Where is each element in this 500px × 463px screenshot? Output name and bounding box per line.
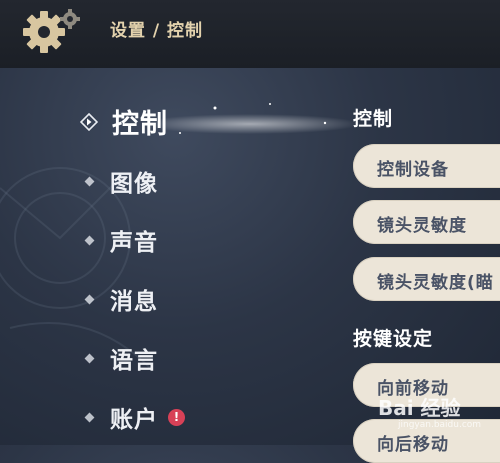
alert-icon: ! <box>168 408 185 426</box>
nav-item-account[interactable]: 账户 ! <box>80 400 185 434</box>
breadcrumb: 设置 / 控制 <box>110 21 204 41</box>
nav-item-control[interactable]: 控制 <box>79 102 168 141</box>
nav-item-label: 声音 <box>110 230 158 256</box>
nav-item-audio[interactable]: 声音 <box>80 223 158 257</box>
top-bar: 设置 / 控制 <box>0 0 500 68</box>
diamond-bullet-icon <box>84 412 95 422</box>
nav-item-label: 账户 <box>110 407 158 433</box>
option-label: 控制设备 <box>377 160 449 180</box>
nav-item-label: 语言 <box>110 348 158 374</box>
nav-item-messages[interactable]: 消息 <box>80 282 158 316</box>
diamond-bullet-icon <box>84 353 95 363</box>
option-label: 镜头灵敏度(瞄 <box>377 273 494 293</box>
watermark-logo: Bai 经验 <box>378 396 461 420</box>
nav-item-label: 控制 <box>112 109 168 140</box>
nav-item-language[interactable]: 语言 <box>80 341 158 375</box>
diamond-bullet-icon <box>84 176 95 186</box>
gear-icon[interactable] <box>18 6 84 58</box>
section-title-key-bindings: 按键设定 <box>353 328 434 350</box>
section-title-control: 控制 <box>353 108 394 130</box>
option-label: 向后移动 <box>377 435 449 455</box>
diamond-bullet-icon <box>84 235 95 245</box>
nav-item-graphics[interactable]: 图像 <box>80 164 158 198</box>
diamond-bullet-icon <box>84 294 95 304</box>
option-camera-sensitivity-aim[interactable]: 镜头灵敏度(瞄 <box>353 257 500 301</box>
watermark-url: jingyan.baidu.com <box>398 420 482 430</box>
option-label: 镜头灵敏度 <box>377 216 467 236</box>
selected-diamond-icon <box>79 112 99 131</box>
option-camera-sensitivity[interactable]: 镜头灵敏度 <box>353 200 500 244</box>
nav-item-label: 消息 <box>110 289 158 315</box>
option-control-device[interactable]: 控制设备 <box>353 144 500 188</box>
nav-item-label: 图像 <box>110 171 158 197</box>
